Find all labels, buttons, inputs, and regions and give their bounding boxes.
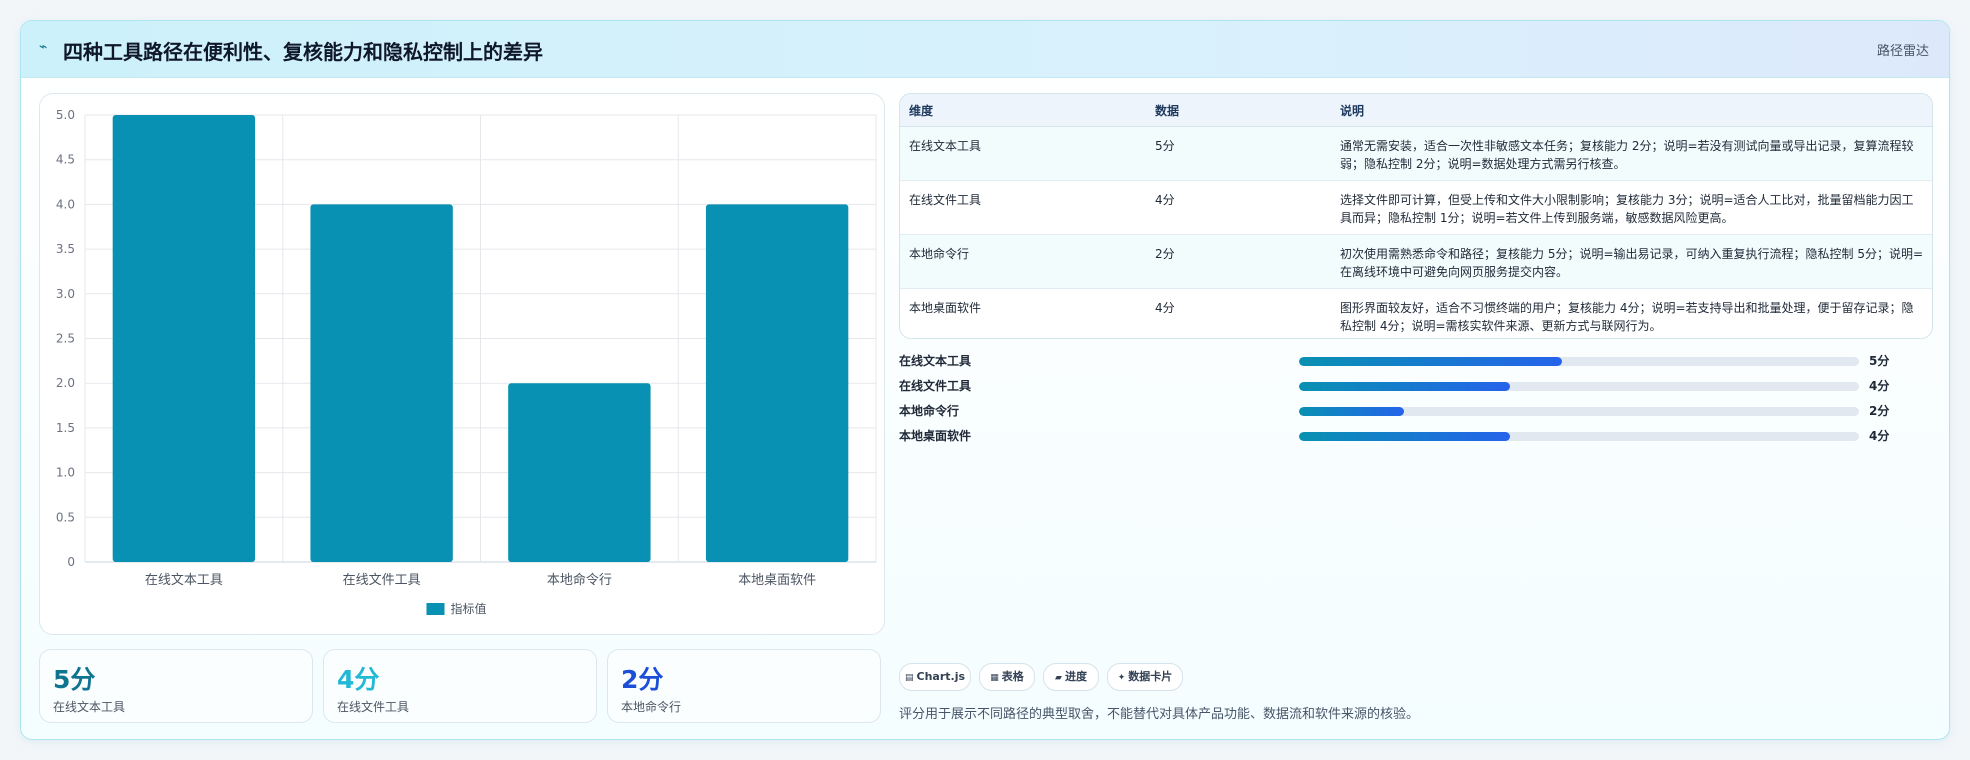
table-cell: 在线文本工具 (900, 126, 1146, 181)
progress-track (1299, 432, 1859, 441)
kpi-card-3: 2分 本地命令行 (607, 649, 881, 723)
y-tick-label: 3.5 (56, 242, 75, 256)
chart-icon: ▤ (904, 673, 914, 683)
legend-swatch (426, 603, 445, 615)
data-table-card: 维度 数据 说明 在线文本工具 5分 通常无需安装，适合一次性非敏感文本任务；复… (899, 93, 1933, 339)
bar-chart: 5.0 4.5 4.0 3.5 3.0 2.5 2.0 1.5 1.0 0.5 0 在线文本工具 在线文… (56, 108, 877, 616)
progress-value: 5分 (1869, 354, 1890, 368)
table-cell: 在线文件工具 (900, 180, 1146, 235)
kpi-value: 2分 (621, 665, 664, 694)
progress-label: 本地桌面软件 (899, 429, 972, 443)
bar (112, 115, 256, 562)
table-cell: 图形界面较友好，适合不习惯终端的用户；复核能力 4分；说明=若支持导出和批量处理… (1331, 288, 1932, 338)
progress-track (1299, 357, 1859, 366)
y-tick-label: 4.5 (56, 153, 75, 167)
tag-chartjs[interactable]: ▤ Chart.js (899, 663, 971, 691)
table-row: 本地桌面软件 4分 图形界面较友好，适合不习惯终端的用户；复核能力 4分；说明=… (900, 288, 1932, 338)
table-cell: 2分 (1146, 234, 1331, 289)
progress-fill (1299, 382, 1510, 391)
panel-title: 四种工具路径在便利性、复核能力和隐私控制上的差异 (63, 40, 543, 64)
table-row: 在线文本工具 5分 通常无需安装，适合一次性非敏感文本任务；复核能力 2分；说明… (900, 126, 1932, 181)
progress-fill (1299, 407, 1405, 416)
kpi-label: 在线文本工具 (53, 700, 126, 714)
x-tick-label: 本地桌面软件 (738, 573, 816, 588)
panel-header: ⌁ 四种工具路径在便利性、复核能力和隐私控制上的差异 路径雷达 (21, 21, 1949, 78)
tag-label: 表格 (1001, 670, 1024, 683)
table-icon: ▦ (990, 673, 999, 683)
card-icon: ✦ (1117, 673, 1126, 683)
progress-icon: ▰ (1055, 673, 1062, 683)
trend-icon: ⌁ (39, 39, 48, 55)
kpi-label: 在线文件工具 (337, 700, 410, 714)
y-tick-label: 3.0 (56, 287, 75, 301)
x-tick-label: 在线文件工具 (343, 573, 421, 588)
progress-value: 4分 (1869, 379, 1890, 393)
kpi-value: 5分 (53, 665, 96, 694)
tag-data-card[interactable]: ✦ 数据卡片 (1107, 663, 1183, 691)
table-header-row: 维度 数据 说明 (900, 94, 1932, 127)
x-tick-label: 在线文本工具 (145, 573, 223, 588)
table-cell: 初次使用需熟悉命令和路径；复核能力 5分；说明=输出易记录，可纳入重复执行流程；… (1331, 234, 1932, 289)
progress-row: 在线文本工具 5分 (899, 351, 1931, 371)
progress-value: 4分 (1869, 429, 1890, 443)
table-cell: 本地桌面软件 (900, 288, 1146, 338)
table-cell: 通常无需安装，适合一次性非敏感文本任务；复核能力 2分；说明=若没有测试向量或导… (1331, 126, 1932, 181)
progress-row: 本地桌面软件 4分 (899, 426, 1931, 446)
bar (705, 204, 849, 562)
progress-value: 2分 (1869, 404, 1890, 418)
kpi-card-1: 5分 在线文本工具 (39, 649, 313, 723)
legend-label: 指标值 (451, 601, 487, 616)
y-tick-label: 0 (67, 555, 75, 569)
progress-row: 在线文件工具 4分 (899, 376, 1931, 396)
table-row: 在线文件工具 4分 选择文件即可计算，但受上传和文件大小限制影响；复核能力 3分… (900, 180, 1932, 235)
kpi-value: 4分 (337, 665, 380, 694)
table-cell: 选择文件即可计算，但受上传和文件大小限制影响；复核能力 3分；说明=适合人工比对… (1331, 180, 1932, 235)
dashboard-panel: ⌁ 四种工具路径在便利性、复核能力和隐私控制上的差异 路径雷达 5.0 4.5 4.… (20, 20, 1950, 740)
tag-table[interactable]: ▦ 表格 (979, 663, 1035, 691)
tag-label: 数据卡片 (1128, 670, 1173, 683)
footnote: 评分用于展示不同路径的典型取舍，不能替代对具体产品功能、数据流和软件来源的核验。 (899, 707, 1420, 722)
progress-track (1299, 407, 1859, 416)
tag-progress[interactable]: ▰ 进度 (1043, 663, 1099, 691)
table-header-cell: 说明 (1331, 94, 1932, 127)
table-cell: 5分 (1146, 126, 1331, 181)
x-tick-label: 本地命令行 (547, 572, 612, 588)
progress-fill (1299, 432, 1510, 441)
progress-list: 在线文本工具 5分 在线文件工具 4分 本地命令行 2分 本地桌面软件 4分 (899, 351, 1931, 461)
bar (508, 383, 651, 562)
table-cell: 本地命令行 (900, 234, 1146, 289)
data-table: 维度 数据 说明 在线文本工具 5分 通常无需安装，适合一次性非敏感文本任务；复… (900, 94, 1932, 338)
kpi-card-2: 4分 在线文件工具 (323, 649, 597, 723)
y-tick-label: 4.0 (56, 197, 75, 211)
kpi-label: 本地命令行 (621, 700, 682, 714)
y-tick-label: 5.0 (56, 108, 75, 122)
progress-fill (1299, 357, 1563, 366)
table-header-cell: 数据 (1146, 94, 1331, 127)
tag-label: 进度 (1064, 670, 1087, 683)
y-tick-label: 0.5 (56, 510, 75, 524)
table-row: 本地命令行 2分 初次使用需熟悉命令和路径；复核能力 5分；说明=输出易记录，可… (900, 234, 1932, 289)
y-tick-label: 2.5 (56, 332, 75, 346)
progress-row: 本地命令行 2分 (899, 401, 1931, 421)
radar-badge: 路径雷达 (1876, 44, 1929, 59)
table-cell: 4分 (1146, 288, 1331, 338)
y-tick-label: 1.0 (56, 466, 75, 480)
y-tick-label: 1.5 (56, 421, 75, 435)
table-header-cell: 维度 (900, 94, 1146, 127)
tag-label: Chart.js (916, 670, 966, 683)
chart-card: 5.0 4.5 4.0 3.5 3.0 2.5 2.0 1.5 1.0 0.5 0 在线文本工具 在线文… (39, 93, 885, 635)
y-tick-label: 2.0 (56, 376, 75, 390)
progress-track (1299, 382, 1859, 391)
table-cell: 4分 (1146, 180, 1331, 235)
progress-label: 在线文件工具 (899, 379, 972, 393)
progress-label: 在线文本工具 (899, 354, 972, 368)
bar (310, 204, 453, 562)
progress-label: 本地命令行 (899, 404, 960, 418)
